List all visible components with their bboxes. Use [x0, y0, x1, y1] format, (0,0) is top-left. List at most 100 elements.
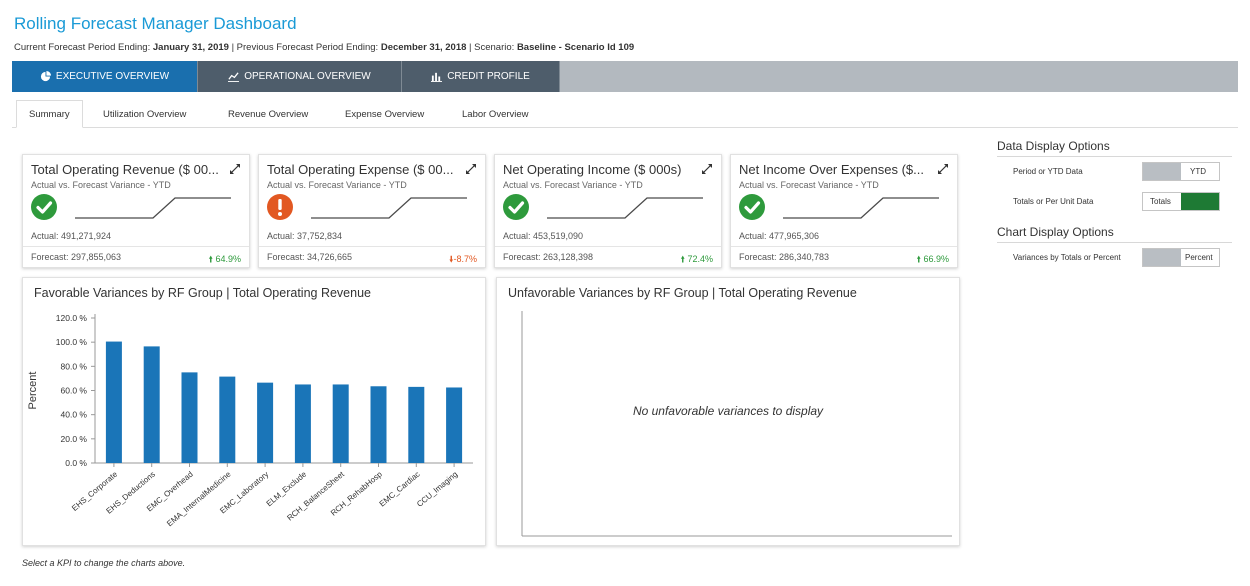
divider: [495, 246, 721, 247]
bar: [370, 386, 387, 463]
expand-icon[interactable]: [937, 163, 949, 175]
no-data-message: No unfavorable variances to display: [632, 404, 824, 418]
totals-per-unit-toggle[interactable]: Totals: [1142, 192, 1220, 211]
bar: [105, 341, 122, 463]
tab-labor-overview[interactable]: Labor Overview: [462, 100, 529, 128]
expand-icon[interactable]: [229, 163, 241, 175]
kpi-variance-value: 64.9%: [215, 254, 241, 264]
kpi-card-total-operating-expense[interactable]: Total Operating Expense ($ 00... Actual …: [258, 154, 486, 268]
previous-period-label: | Previous Forecast Period Ending:: [228, 42, 381, 53]
kpi-title: Total Operating Expense ($ 00...: [267, 162, 454, 177]
current-period-label: Current Forecast Period Ending:: [14, 42, 153, 53]
y-tick-label: 100.0 %: [56, 337, 88, 347]
option-label: Totals or Per Unit Data: [1013, 197, 1094, 206]
option-label: Variances by Totals or Percent: [1013, 253, 1121, 262]
tab-operational-overview[interactable]: OPERATIONAL OVERVIEW: [198, 61, 402, 92]
tab-revenue-overview[interactable]: Revenue Overview: [228, 100, 308, 128]
divider: [259, 246, 485, 247]
x-tick-label: EMA_InternalMedicine: [165, 469, 233, 528]
kpi-forecast: Forecast: 286,340,783: [739, 252, 830, 262]
check-circle-icon: [739, 194, 765, 220]
option-totals-or-percent: Variances by Totals or Percent Percent: [997, 243, 1232, 273]
kpi-variance: 🠙 64.9%: [208, 252, 241, 268]
kpi-sparkline: [547, 197, 703, 219]
tab-label: EXECUTIVE OVERVIEW: [55, 71, 170, 82]
toggle-on-side: [1181, 193, 1219, 210]
bar: [181, 372, 198, 463]
kpi-forecast: Forecast: 34,726,665: [267, 252, 353, 262]
kpi-subtitle: Actual vs. Forecast Variance - YTD: [267, 180, 407, 190]
main-tab-bar: EXECUTIVE OVERVIEW OPERATIONAL OVERVIEW …: [12, 61, 1238, 92]
scenario-value: Baseline - Scenario Id 109: [516, 42, 635, 53]
sub-tab-bar: Summary Utilization Overview Revenue Ove…: [12, 100, 1238, 128]
tab-utilization-overview[interactable]: Utilization Overview: [103, 100, 186, 128]
kpi-card-net-operating-income[interactable]: Net Operating Income ($ 000s) Actual vs.…: [494, 154, 722, 268]
kpi-card-net-income-over-expenses[interactable]: Net Income Over Expenses ($... Actual vs…: [730, 154, 958, 268]
option-label: Period or YTD Data: [1013, 167, 1083, 176]
panel-title: Favorable Variances by RF Group | Total …: [34, 286, 371, 300]
tab-executive-overview[interactable]: EXECUTIVE OVERVIEW: [12, 61, 198, 92]
page-title: Rolling Forecast Manager Dashboard: [14, 14, 297, 33]
scenario-label: | Scenario:: [466, 42, 517, 53]
bar: [332, 384, 349, 463]
arrow-up-icon: 🠙: [916, 254, 921, 264]
kpi-actual: Actual: 491,271,924: [31, 231, 112, 241]
toggle-value: YTD: [1190, 167, 1206, 176]
bar: [446, 387, 463, 463]
display-options-panel: Data Display Options Period or YTD Data …: [997, 139, 1232, 273]
tab-expense-overview[interactable]: Expense Overview: [345, 100, 424, 128]
divider: [731, 246, 957, 247]
kpi-actual: Actual: 453,519,090: [503, 231, 584, 241]
y-tick-label: 120.0 %: [56, 313, 88, 323]
kpi-actual: Actual: 477,965,306: [739, 231, 820, 241]
toggle-off-side: [1143, 163, 1181, 180]
kpi-variance: 🠙 66.9%: [916, 252, 949, 268]
check-circle-icon: [31, 194, 57, 220]
y-tick-label: 40.0 %: [61, 410, 88, 420]
bar: [143, 346, 160, 463]
tab-summary[interactable]: Summary: [16, 100, 83, 128]
divider: [23, 246, 249, 247]
current-period-value: January 31, 2019: [152, 42, 229, 53]
forecast-period-info: Current Forecast Period Ending: January …: [14, 42, 634, 53]
kpi-title: Total Operating Revenue ($ 00...: [31, 162, 219, 177]
kpi-variance: 🠙 72.4%: [680, 252, 713, 268]
y-axis-label: Percent: [27, 372, 39, 410]
kpi-card-total-operating-revenue[interactable]: Total Operating Revenue ($ 00... Actual …: [22, 154, 250, 268]
panel-title: Unfavorable Variances by RF Group | Tota…: [508, 286, 857, 300]
kpi-variance-value: -8.7%: [453, 254, 477, 264]
y-tick-label: 80.0 %: [61, 361, 88, 371]
expand-icon[interactable]: [701, 163, 713, 175]
footer-note: Select a KPI to change the charts above.: [22, 558, 186, 568]
variance-totals-percent-toggle[interactable]: Percent: [1142, 248, 1220, 267]
check-circle-icon: [503, 194, 529, 220]
period-ytd-toggle[interactable]: YTD: [1142, 162, 1220, 181]
toggle-off-side: [1143, 249, 1181, 266]
kpi-subtitle: Actual vs. Forecast Variance - YTD: [739, 180, 879, 190]
kpi-sparkline: [75, 197, 231, 219]
kpi-variance-value: 66.9%: [923, 254, 949, 264]
exclamation-circle-icon: [267, 194, 293, 220]
bar-chart-icon: [431, 72, 443, 82]
previous-period-value: December 31, 2018: [380, 42, 467, 53]
toggle-value: Totals: [1150, 197, 1171, 206]
kpi-forecast: Forecast: 263,128,398: [503, 252, 594, 262]
kpi-subtitle: Actual vs. Forecast Variance - YTD: [503, 180, 643, 190]
y-tick-label: 20.0 %: [61, 434, 88, 444]
kpi-variance-value: 72.4%: [687, 254, 713, 264]
pie-chart-icon: [40, 71, 51, 82]
tab-label: CREDIT PROFILE: [447, 71, 530, 82]
kpi-actual: Actual: 37,752,834: [267, 231, 343, 241]
unfavorable-variances-panel: Unfavorable Variances by RF Group | Tota…: [496, 277, 960, 546]
tab-credit-profile[interactable]: CREDIT PROFILE: [402, 61, 560, 92]
toggle-value: Percent: [1185, 253, 1213, 262]
kpi-sparkline: [311, 197, 467, 219]
bar: [408, 386, 425, 463]
option-period-or-ytd: Period or YTD Data YTD: [997, 157, 1232, 187]
bar: [257, 382, 274, 463]
expand-icon[interactable]: [465, 163, 477, 175]
bar: [294, 384, 311, 463]
y-tick-label: 0.0 %: [65, 458, 87, 468]
favorable-variances-chart: 0.0 % 20.0 % 40.0 % 60.0 % 80.0 % 100.0 % 120.…: [27, 313, 473, 528]
line-chart-icon: [228, 72, 240, 82]
